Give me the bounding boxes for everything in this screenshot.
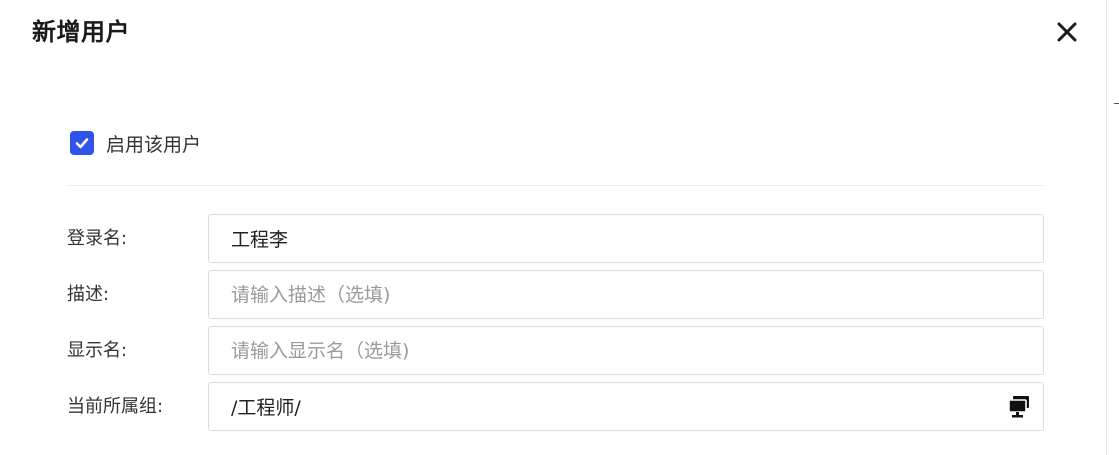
dialog-title: 新增用户 [32,18,130,46]
login-name-row: 登录名: [67,214,1044,263]
description-input[interactable] [209,271,991,318]
group-select-icon [1008,396,1029,418]
close-icon [1057,22,1077,42]
display-name-input[interactable] [209,327,991,374]
close-button[interactable] [1050,16,1084,50]
login-name-field-box [208,214,1044,263]
enable-user-label: 启用该用户 [106,133,202,156]
description-row: 描述: [67,270,1044,319]
display-name-row: 显示名: [67,326,1044,375]
current-group-row: 当前所属组: [67,382,1044,431]
group-select-button[interactable] [1007,395,1031,419]
login-name-input[interactable] [209,215,991,262]
current-group-field-box [208,382,1044,431]
display-name-label: 显示名: [67,340,128,361]
description-field-box [208,270,1044,319]
display-name-field-box [208,326,1044,375]
current-group-label: 当前所属组: [67,396,164,417]
enable-user-option[interactable]: 启用该用户 [70,130,201,156]
login-name-label: 登录名: [67,228,128,249]
current-group-input[interactable] [209,383,991,430]
add-user-dialog: 新增用户 启用该用户 登录名: 描述: 显示名: 当前所属 [0,0,1107,455]
description-label: 描述: [67,284,110,305]
enable-user-checkbox[interactable] [70,131,94,155]
scrollbar-mark [1114,103,1119,104]
scrollbar-track[interactable] [1106,0,1119,455]
divider [67,185,1044,186]
checkmark-icon [75,138,89,149]
